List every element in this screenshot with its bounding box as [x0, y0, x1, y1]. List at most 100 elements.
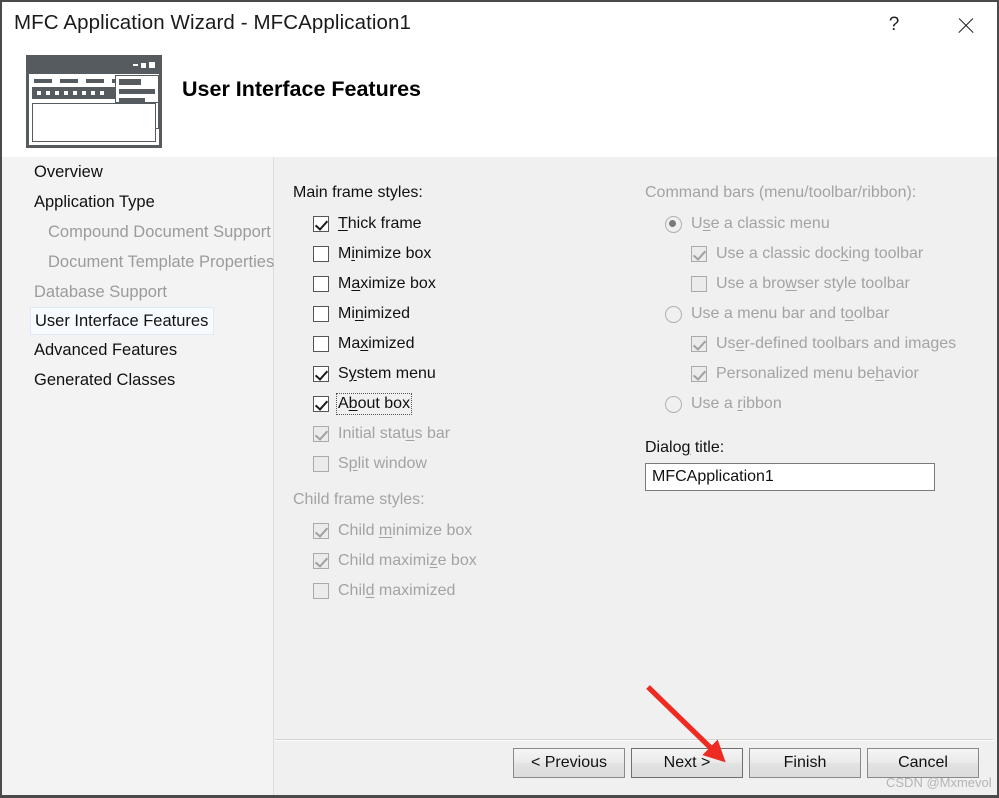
checkbox-icon[interactable] — [313, 396, 329, 412]
command-bars-group: Use a classic menu Use a classic docking … — [645, 209, 975, 419]
checkbox-row-child-minimize-box: Child minimize box — [293, 516, 633, 546]
checkbox-icon — [313, 456, 329, 472]
sidebar-item-label: Document Template Properties — [48, 253, 275, 271]
wizard-content-panel: Main frame styles: Thick frame Minimize b… — [275, 157, 997, 795]
app-window-preview-icon — [26, 55, 162, 148]
window-title: MFC Application Wizard - MFCApplication1 — [14, 11, 412, 34]
checkbox-label: Maximize box — [338, 275, 436, 292]
sidebar-item-label: Compound Document Support — [48, 223, 271, 241]
checkbox-icon — [691, 336, 707, 352]
sidebar-item-label: Database Support — [34, 283, 168, 301]
watermark-text: CSDN @Mxmevol — [886, 775, 992, 790]
radio-icon — [665, 395, 682, 413]
question-mark-icon: ? — [888, 14, 900, 35]
preview-client-area — [32, 103, 156, 142]
checkbox-icon[interactable] — [313, 306, 329, 322]
checkbox-row-user-defined-toolbars-and-images: User-defined toolbars and images — [645, 329, 975, 359]
checkbox-row-child-maximized: Child maximized — [293, 576, 633, 606]
checkbox-label: Initial status bar — [338, 425, 451, 442]
sidebar-item-user-interface-features[interactable]: User Interface Features — [30, 307, 214, 335]
checkbox-label: System menu — [338, 365, 436, 382]
checkbox-row-about-box[interactable]: About box — [293, 389, 633, 419]
right-options-column: Command bars (menu/toolbar/ribbon): Use … — [645, 184, 975, 491]
checkbox-row-child-maximize-box: Child maximize box — [293, 546, 633, 576]
sidebar-item-label: User Interface Features — [35, 312, 209, 330]
checkbox-icon[interactable] — [313, 336, 329, 352]
main-frame-styles-label: Main frame styles: — [293, 184, 423, 201]
radio-icon — [665, 215, 682, 233]
radio-label: Use a ribbon — [691, 395, 782, 412]
wizard-steps-nav: Overview Application Type Compound Documen… — [2, 157, 275, 395]
preview-titlebar — [29, 58, 159, 74]
sidebar-item-database-support: Database Support — [2, 277, 273, 307]
footer-separator — [275, 739, 993, 741]
sidebar-item-document-template-properties: Document Template Properties — [2, 247, 275, 277]
checkbox-row-initial-status-bar: Initial status bar — [293, 419, 633, 449]
checkbox-label: Personalized menu behavior — [716, 365, 919, 382]
checkbox-label: Thick frame — [338, 215, 422, 232]
checkbox-label: Use a browser style toolbar — [716, 275, 910, 292]
checkbox-icon[interactable] — [313, 276, 329, 292]
checkbox-row-split-window: Split window — [293, 449, 633, 479]
dialog-title-section: Dialog title: — [645, 439, 975, 491]
checkbox-icon[interactable] — [313, 246, 329, 262]
checkbox-label: Split window — [338, 455, 427, 472]
checkbox-label: Child maximize box — [338, 552, 477, 569]
title-bar: MFC Application Wizard - MFCApplication1… — [2, 2, 997, 50]
sidebar-item-label: Generated Classes — [34, 371, 176, 389]
sidebar-item-application-type[interactable]: Application Type — [2, 187, 273, 217]
checkbox-icon — [313, 583, 329, 599]
next-button[interactable]: Next > — [631, 748, 743, 778]
checkbox-icon[interactable] — [313, 366, 329, 382]
help-button[interactable]: ? — [871, 2, 917, 48]
checkbox-label: Minimized — [338, 305, 411, 322]
checkbox-row-use-a-browser-style-toolbar: Use a browser style toolbar — [645, 269, 975, 299]
sidebar-item-label: Overview — [34, 163, 103, 181]
checkbox-row-thick-frame[interactable]: Thick frame — [293, 209, 633, 239]
checkbox-icon — [313, 553, 329, 569]
checkbox-row-system-menu[interactable]: System menu — [293, 359, 633, 389]
command-bars-label: Command bars (menu/toolbar/ribbon): — [645, 184, 917, 201]
sidebar-item-label: Application Type — [34, 193, 155, 211]
checkbox-row-minimize-box[interactable]: Minimize box — [293, 239, 633, 269]
finish-button[interactable]: Finish — [749, 748, 861, 778]
checkbox-label: User-defined toolbars and images — [716, 335, 957, 352]
sidebar-item-advanced-features[interactable]: Advanced Features — [2, 335, 273, 365]
cancel-button[interactable]: Cancel — [867, 748, 979, 778]
dialog-title-label: Dialog title: — [645, 439, 725, 456]
radio-label: Use a classic menu — [691, 215, 830, 232]
checkbox-label: Child minimize box — [338, 522, 473, 539]
sidebar-item-label: Advanced Features — [34, 341, 178, 359]
checkbox-icon — [691, 366, 707, 382]
checkbox-icon — [313, 426, 329, 442]
previous-button[interactable]: < Previous — [513, 748, 625, 778]
sidebar-item-overview[interactable]: Overview — [2, 157, 273, 187]
checkbox-label: Maximized — [338, 335, 415, 352]
left-options-column: Main frame styles: Thick frame Minimize b… — [293, 184, 633, 606]
checkbox-row-maximize-box[interactable]: Maximize box — [293, 269, 633, 299]
checkbox-label: Use a classic docking toolbar — [716, 245, 924, 262]
preview-window-controls — [133, 62, 155, 68]
checkbox-row-use-a-classic-docking-toolbar: Use a classic docking toolbar — [645, 239, 975, 269]
radio-row-use-a-ribbon: Use a ribbon — [645, 389, 975, 419]
checkbox-icon — [691, 246, 707, 262]
sidebar-item-compound-document-support: Compound Document Support — [2, 217, 273, 247]
checkbox-label: Child maximized — [338, 582, 456, 599]
wizard-sidebar: Overview Application Type Compound Documen… — [2, 157, 274, 795]
dialog-title-input[interactable] — [645, 463, 935, 491]
close-icon — [956, 16, 975, 35]
checkbox-row-maximized[interactable]: Maximized — [293, 329, 633, 359]
radio-icon — [665, 305, 682, 323]
child-frame-styles-group: Child minimize box Child maximize box Chil… — [293, 516, 633, 606]
checkbox-label: Minimize box — [338, 245, 432, 262]
page-header: User Interface Features — [2, 50, 997, 157]
page-title: User Interface Features — [182, 77, 421, 101]
sidebar-item-generated-classes[interactable]: Generated Classes — [2, 365, 273, 395]
wizard-footer-buttons: < Previous Next > Finish Cancel — [513, 748, 979, 778]
radio-row-use-a-classic-menu: Use a classic menu — [645, 209, 975, 239]
checkbox-row-minimized[interactable]: Minimized — [293, 299, 633, 329]
child-frame-styles-label: Child frame styles: — [293, 491, 425, 508]
radio-row-use-a-menu-bar-and-toolbar: Use a menu bar and toolbar — [645, 299, 975, 329]
close-button[interactable] — [942, 2, 988, 48]
checkbox-icon[interactable] — [313, 216, 329, 232]
